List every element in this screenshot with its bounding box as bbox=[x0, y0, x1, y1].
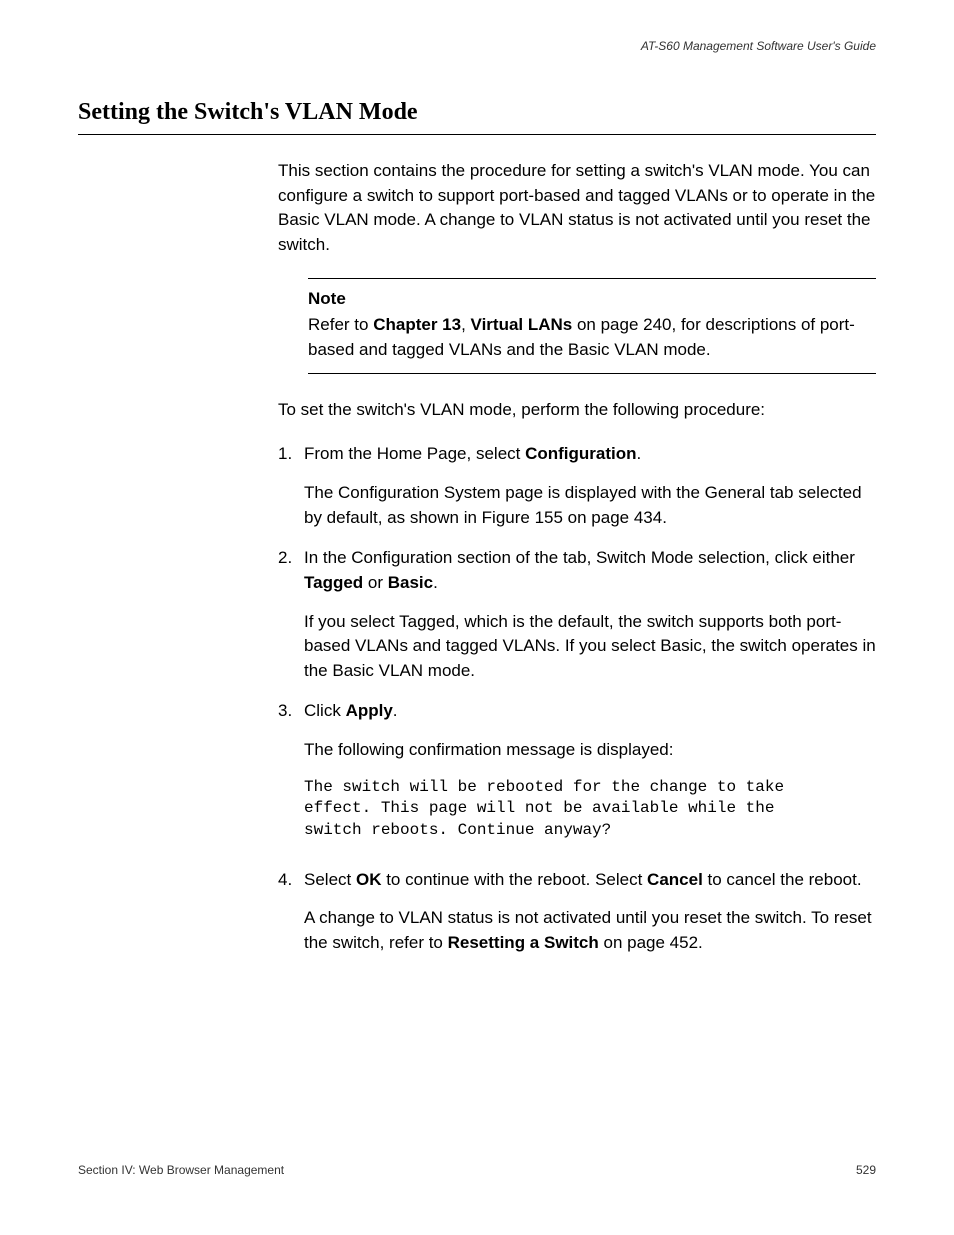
step-number: 3. bbox=[278, 699, 304, 851]
footer-page-number: 529 bbox=[856, 1162, 876, 1179]
step-text: If you select Tagged, which is the defau… bbox=[304, 610, 876, 684]
procedure-lead-in: To set the switch's VLAN mode, perform t… bbox=[278, 398, 876, 423]
step-number: 1. bbox=[278, 442, 304, 530]
step-text: The Configuration System page is display… bbox=[304, 481, 876, 530]
note-label: Note bbox=[308, 287, 876, 312]
note-topic-ref: Virtual LANs bbox=[471, 315, 573, 334]
ui-label-apply: Apply bbox=[346, 701, 393, 720]
body-content: This section contains the procedure for … bbox=[278, 159, 876, 955]
step-2: 2. In the Configuration section of the t… bbox=[278, 546, 876, 683]
step-text: The following confirmation message is di… bbox=[304, 738, 876, 763]
note-box: Note Refer to Chapter 13, Virtual LANs o… bbox=[308, 278, 876, 374]
note-chapter-ref: Chapter 13 bbox=[373, 315, 461, 334]
step-body: From the Home Page, select Configuration… bbox=[304, 442, 876, 530]
step-number: 4. bbox=[278, 868, 304, 956]
step-1: 1. From the Home Page, select Configurat… bbox=[278, 442, 876, 530]
text-run: In the Configuration section of the tab,… bbox=[304, 548, 855, 567]
cross-ref-resetting-switch: Resetting a Switch bbox=[448, 933, 599, 952]
text-run: or bbox=[363, 573, 388, 592]
step-text: A change to VLAN status is not activated… bbox=[304, 906, 876, 955]
text-run: Click bbox=[304, 701, 346, 720]
procedure-steps: 1. From the Home Page, select Configurat… bbox=[278, 442, 876, 955]
text-run: on page 452. bbox=[599, 933, 703, 952]
text-run: to continue with the reboot. Select bbox=[381, 870, 647, 889]
step-body: In the Configuration section of the tab,… bbox=[304, 546, 876, 683]
confirmation-message: The switch will be rebooted for the chan… bbox=[304, 777, 876, 842]
step-number: 2. bbox=[278, 546, 304, 683]
ui-label-ok: OK bbox=[356, 870, 382, 889]
step-3: 3. Click Apply. The following confirmati… bbox=[278, 699, 876, 851]
text-run: to cancel the reboot. bbox=[703, 870, 862, 889]
step-body: Click Apply. The following confirmation … bbox=[304, 699, 876, 851]
note-text: Refer to bbox=[308, 315, 373, 334]
text-run: From the Home Page, select bbox=[304, 444, 525, 463]
step-body: Select OK to continue with the reboot. S… bbox=[304, 868, 876, 956]
note-body: Refer to Chapter 13, Virtual LANs on pag… bbox=[308, 313, 876, 362]
text-run: Select bbox=[304, 870, 356, 889]
step-text: From the Home Page, select Configuration… bbox=[304, 442, 876, 467]
step-text: Click Apply. bbox=[304, 699, 876, 724]
footer-section-label: Section IV: Web Browser Management bbox=[78, 1162, 284, 1179]
text-run: . bbox=[433, 573, 438, 592]
step-text: Select OK to continue with the reboot. S… bbox=[304, 868, 876, 893]
running-header: AT-S60 Management Software User's Guide bbox=[78, 38, 876, 55]
page-footer: Section IV: Web Browser Management 529 bbox=[78, 1162, 876, 1179]
intro-paragraph: This section contains the procedure for … bbox=[278, 159, 876, 258]
text-run: . bbox=[393, 701, 398, 720]
section-title: Setting the Switch's VLAN Mode bbox=[78, 95, 876, 135]
ui-label-tagged: Tagged bbox=[304, 573, 363, 592]
ui-label-basic: Basic bbox=[388, 573, 433, 592]
ui-label-cancel: Cancel bbox=[647, 870, 703, 889]
step-4: 4. Select OK to continue with the reboot… bbox=[278, 868, 876, 956]
ui-label-configuration: Configuration bbox=[525, 444, 636, 463]
note-text: , bbox=[461, 315, 470, 334]
text-run: . bbox=[637, 444, 642, 463]
step-text: In the Configuration section of the tab,… bbox=[304, 546, 876, 595]
